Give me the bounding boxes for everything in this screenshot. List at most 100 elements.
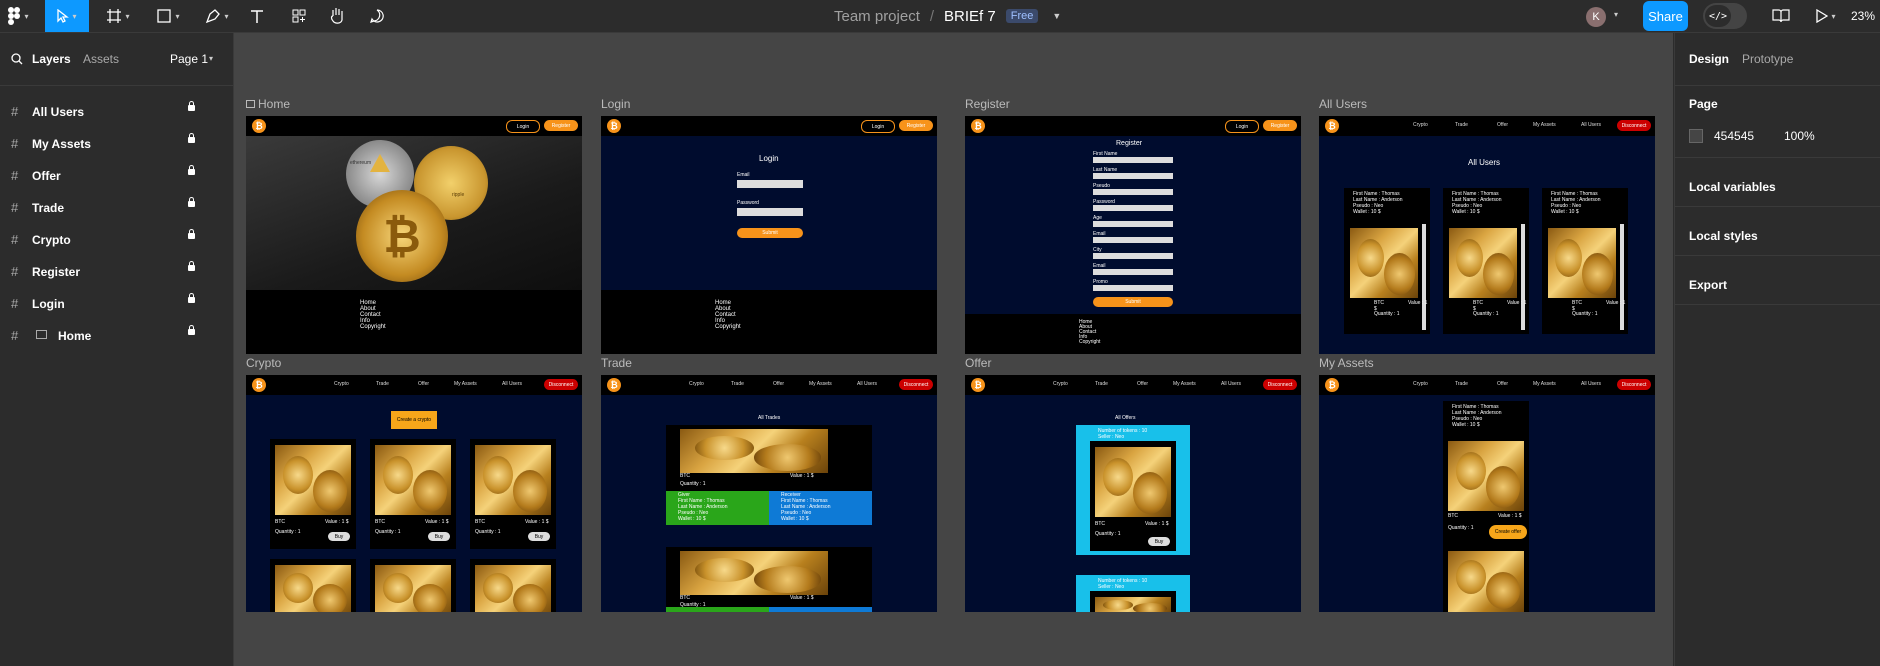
file-name[interactable]: BRIEf 7 xyxy=(944,8,996,25)
tab-assets[interactable]: Assets xyxy=(83,52,119,66)
register-button[interactable]: Register xyxy=(1263,120,1297,131)
password-field[interactable] xyxy=(1093,205,1173,211)
layer-offer[interactable]: # Offer xyxy=(0,160,233,192)
frame-my-assets[interactable]: ₿ Crypto Trade Offer My Assets All Users… xyxy=(1319,375,1655,612)
login-button[interactable]: Login xyxy=(861,120,895,133)
bitcoin-logo-icon[interactable]: ₿ xyxy=(1325,119,1339,133)
nav-link-trade[interactable]: Trade xyxy=(1455,381,1497,387)
frame-label-all-users[interactable]: All Users xyxy=(1319,97,1367,111)
nav-link-my-assets[interactable]: My Assets xyxy=(454,381,502,387)
scrollbar[interactable] xyxy=(1521,224,1525,330)
local-styles-section[interactable]: Local styles xyxy=(1689,229,1758,243)
main-menu-button[interactable]: ▾ xyxy=(0,0,36,32)
canvas[interactable]: Home ethereum ripple ₿ ₿ Login Register … xyxy=(234,33,1673,666)
lock-icon[interactable] xyxy=(188,293,195,303)
nav-link-trade[interactable]: Trade xyxy=(1455,122,1497,128)
footer-link[interactable]: Copyright xyxy=(715,324,741,330)
avatar[interactable]: K xyxy=(1586,7,1606,27)
login-button[interactable]: Login xyxy=(506,120,540,133)
shape-tool-button[interactable]: ▾ xyxy=(150,0,186,32)
nav-link-my-assets[interactable]: My Assets xyxy=(1173,381,1221,387)
layer-crypto[interactable]: # Crypto xyxy=(0,224,233,256)
email-field[interactable] xyxy=(1093,237,1173,243)
lock-icon[interactable] xyxy=(188,197,195,207)
login-button[interactable]: Login xyxy=(1225,120,1259,133)
password-field[interactable] xyxy=(737,208,803,216)
buy-button[interactable]: Buy xyxy=(528,532,550,541)
tab-prototype[interactable]: Prototype xyxy=(1742,52,1793,66)
disconnect-button[interactable]: Disconnect xyxy=(1263,379,1297,390)
library-button[interactable] xyxy=(1770,0,1792,32)
frame-register[interactable]: ₿ Login Register Register First Name Las… xyxy=(965,116,1301,354)
bitcoin-logo-icon[interactable]: ₿ xyxy=(1325,378,1339,392)
frame-trade[interactable]: ₿ Crypto Trade Offer My Assets All Users… xyxy=(601,375,937,612)
frame-label-crypto[interactable]: Crypto xyxy=(246,356,281,370)
nav-link-offer[interactable]: Offer xyxy=(418,381,454,387)
bitcoin-logo-icon[interactable]: ₿ xyxy=(252,119,266,133)
nav-link-all-users[interactable]: All Users xyxy=(1581,122,1601,128)
nav-link-my-assets[interactable]: My Assets xyxy=(1533,122,1581,128)
frame-label-offer[interactable]: Offer xyxy=(965,356,991,370)
bitcoin-logo-icon[interactable]: ₿ xyxy=(252,378,266,392)
buy-button[interactable]: Buy xyxy=(328,532,350,541)
footer-link[interactable]: Copyright xyxy=(1079,340,1100,345)
nav-link-my-assets[interactable]: My Assets xyxy=(809,381,857,387)
frame-tool-button[interactable]: ▾ xyxy=(102,0,134,32)
comment-tool-button[interactable] xyxy=(366,0,388,32)
age-field[interactable] xyxy=(1093,221,1173,227)
disconnect-button[interactable]: Disconnect xyxy=(1617,120,1651,131)
frame-offer[interactable]: ₿ Crypto Trade Offer My Assets All Users… xyxy=(965,375,1301,612)
create-crypto-button[interactable]: Create a crypto xyxy=(391,411,437,429)
register-button[interactable]: Register xyxy=(899,120,933,131)
page-selector[interactable]: Page 1 xyxy=(170,52,208,66)
lock-icon[interactable] xyxy=(188,229,195,239)
buy-button[interactable]: Buy xyxy=(1148,537,1170,546)
frame-label-trade[interactable]: Trade xyxy=(601,356,632,370)
layer-register[interactable]: # Register xyxy=(0,256,233,288)
disconnect-button[interactable]: Disconnect xyxy=(544,379,578,390)
bg-color-value[interactable]: 454545 xyxy=(1714,129,1754,143)
nav-link-crypto[interactable]: Crypto xyxy=(1413,381,1455,387)
nav-link-crypto[interactable]: Crypto xyxy=(1413,122,1455,128)
nav-link-offer[interactable]: Offer xyxy=(1497,122,1533,128)
chevron-down-icon[interactable]: ▾ xyxy=(1614,10,1618,19)
layer-trade[interactable]: # Trade xyxy=(0,192,233,224)
layer-home[interactable]: # Home xyxy=(0,320,233,352)
lock-icon[interactable] xyxy=(188,133,195,143)
tab-layers[interactable]: Layers xyxy=(32,52,71,66)
pseudo-field[interactable] xyxy=(1093,189,1173,195)
zoom-level[interactable]: 23% xyxy=(1851,9,1875,23)
frame-login[interactable]: ₿ Login Register Login Email Password Su… xyxy=(601,116,937,354)
nav-link-offer[interactable]: Offer xyxy=(1497,381,1533,387)
lock-icon[interactable] xyxy=(188,325,195,335)
scrollbar[interactable] xyxy=(1422,224,1426,330)
last-name-field[interactable] xyxy=(1093,173,1173,179)
bitcoin-logo-icon[interactable]: ₿ xyxy=(971,378,985,392)
nav-link-all-users[interactable]: All Users xyxy=(1581,381,1601,387)
lock-icon[interactable] xyxy=(188,165,195,175)
layer-all-users[interactable]: # All Users xyxy=(0,96,233,128)
lock-icon[interactable] xyxy=(188,101,195,111)
resources-tool-button[interactable] xyxy=(288,0,310,32)
bg-opacity-value[interactable]: 100% xyxy=(1784,129,1815,143)
bg-color-swatch[interactable] xyxy=(1689,129,1703,143)
bitcoin-logo-icon[interactable]: ₿ xyxy=(607,119,621,133)
email-confirm-field[interactable] xyxy=(1093,269,1173,275)
email-field[interactable] xyxy=(737,180,803,188)
frame-label-my-assets[interactable]: My Assets xyxy=(1319,356,1374,370)
disconnect-button[interactable]: Disconnect xyxy=(1617,379,1651,390)
buy-button[interactable]: Buy xyxy=(428,532,450,541)
tab-design[interactable]: Design xyxy=(1689,52,1729,66)
present-button[interactable]: ▾ xyxy=(1812,0,1840,32)
text-tool-button[interactable] xyxy=(246,0,268,32)
frame-crypto[interactable]: ₿ Crypto Trade Offer My Assets All Users… xyxy=(246,375,582,612)
frame-label-register[interactable]: Register xyxy=(965,97,1010,111)
dev-mode-toggle[interactable]: </> xyxy=(1703,3,1747,29)
nav-link-all-users[interactable]: All Users xyxy=(1221,381,1241,387)
first-name-field[interactable] xyxy=(1093,157,1173,163)
frame-label-login[interactable]: Login xyxy=(601,97,630,111)
bitcoin-logo-icon[interactable]: ₿ xyxy=(607,378,621,392)
nav-link-all-users[interactable]: All Users xyxy=(857,381,877,387)
chevron-down-icon[interactable]: ▼ xyxy=(1052,11,1061,21)
create-offer-button[interactable]: Create offer xyxy=(1489,525,1527,539)
